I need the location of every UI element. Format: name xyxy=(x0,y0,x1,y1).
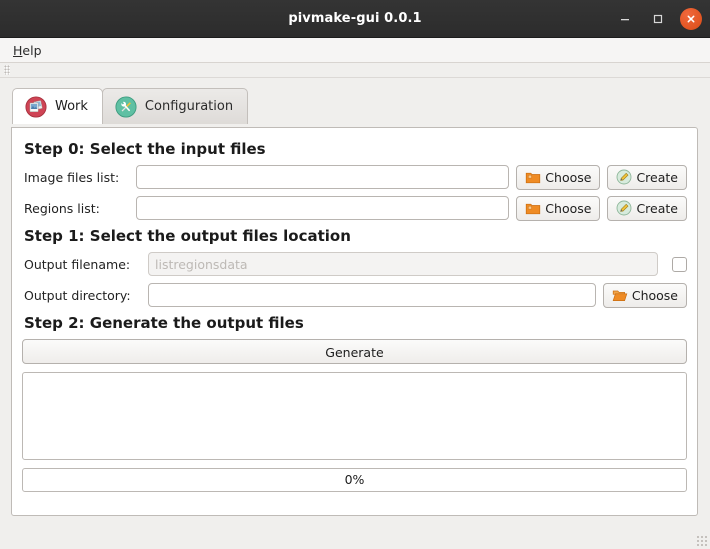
drag-handle-icon[interactable] xyxy=(4,65,10,75)
image-files-create-button[interactable]: Create xyxy=(607,165,687,190)
minimize-button[interactable] xyxy=(614,8,636,30)
image-files-choose-button[interactable]: Choose xyxy=(516,165,600,190)
photos-icon xyxy=(25,96,47,118)
regions-list-label: Regions list: xyxy=(22,201,136,216)
output-directory-choose-label: Choose xyxy=(632,288,678,303)
image-files-list-row: Image files list: Choose Create xyxy=(22,165,687,189)
regions-create-button[interactable]: Create xyxy=(607,196,687,221)
output-filename-row: Output filename: xyxy=(22,252,687,276)
image-files-create-label: Create xyxy=(636,170,678,185)
output-directory-input[interactable] xyxy=(148,283,596,307)
window-title: pivmake-gui 0.0.1 xyxy=(288,11,421,26)
step0-heading: Step 0: Select the input files xyxy=(24,140,687,158)
window-titlebar: pivmake-gui 0.0.1 xyxy=(0,0,710,38)
tab-bar: Work Configuration xyxy=(0,78,710,116)
menu-item-help[interactable]: Help xyxy=(8,41,47,60)
maximize-icon xyxy=(652,13,664,25)
tools-icon xyxy=(115,96,137,118)
create-edit-icon xyxy=(616,169,632,185)
open-folder-icon xyxy=(612,287,628,303)
output-filename-label: Output filename: xyxy=(22,257,148,272)
output-filename-checkbox[interactable] xyxy=(672,257,687,272)
folder-icon xyxy=(525,200,541,216)
menubar: Help xyxy=(0,38,710,63)
regions-create-label: Create xyxy=(636,201,678,216)
close-icon xyxy=(685,13,697,25)
generate-button[interactable]: Generate xyxy=(22,339,687,364)
output-directory-label: Output directory: xyxy=(22,288,148,303)
work-panel: Step 0: Select the input files Image fil… xyxy=(11,127,698,516)
menu-help-mnemonic: H xyxy=(13,43,22,58)
image-files-list-input[interactable] xyxy=(136,165,509,189)
close-button[interactable] xyxy=(680,8,702,30)
folder-icon xyxy=(525,169,541,185)
image-files-choose-label: Choose xyxy=(545,170,591,185)
output-filename-input[interactable] xyxy=(148,252,658,276)
menu-help-rest: elp xyxy=(22,43,41,58)
tab-configuration[interactable]: Configuration xyxy=(102,88,248,124)
regions-choose-button[interactable]: Choose xyxy=(516,196,600,221)
progress-bar-label: 0% xyxy=(23,469,686,491)
window-resize-grip[interactable] xyxy=(696,535,708,547)
output-directory-choose-button[interactable]: Choose xyxy=(603,283,687,308)
output-directory-row: Output directory: Choose xyxy=(22,283,687,307)
output-log-area[interactable] xyxy=(22,372,687,460)
regions-list-row: Regions list: Choose Create xyxy=(22,196,687,220)
regions-list-input[interactable] xyxy=(136,196,509,220)
create-edit-icon xyxy=(616,200,632,216)
minimize-icon xyxy=(619,13,631,25)
regions-choose-label: Choose xyxy=(545,201,591,216)
maximize-button[interactable] xyxy=(647,8,669,30)
tab-work-label: Work xyxy=(55,99,88,114)
tab-configuration-label: Configuration xyxy=(145,99,233,114)
toolbar-grip-strip xyxy=(0,63,710,78)
window-controls xyxy=(614,0,702,37)
step1-heading: Step 1: Select the output files location xyxy=(24,227,687,245)
image-files-list-label: Image files list: xyxy=(22,170,136,185)
progress-bar: 0% xyxy=(22,468,687,492)
step2-heading: Step 2: Generate the output files xyxy=(24,314,687,332)
tab-work[interactable]: Work xyxy=(12,88,103,124)
